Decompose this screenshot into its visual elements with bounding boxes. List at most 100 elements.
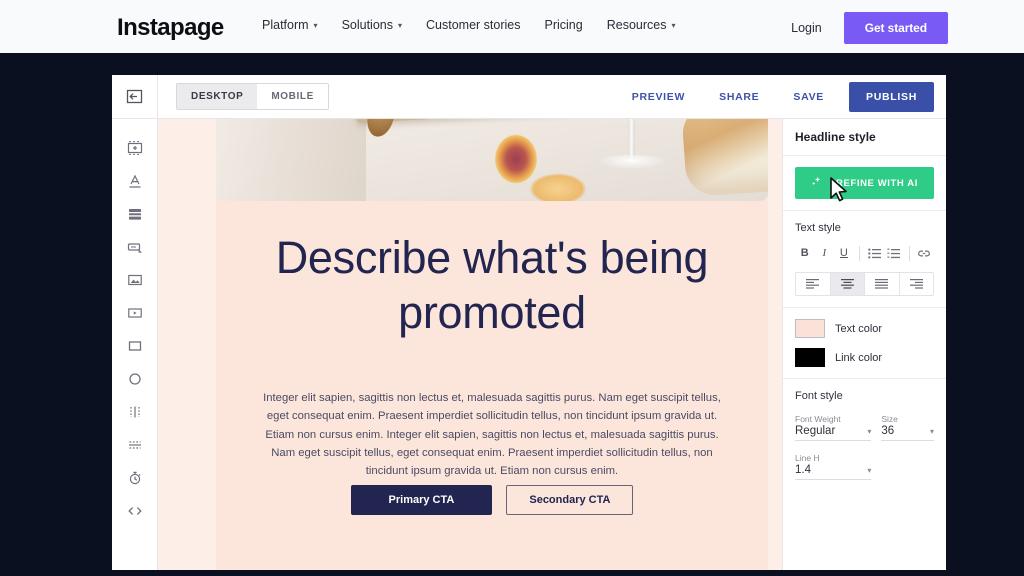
line-height-label: Line H bbox=[795, 453, 820, 463]
publish-button[interactable]: PUBLISH bbox=[849, 82, 934, 112]
text-color-row[interactable]: Text color bbox=[795, 319, 934, 338]
box-icon[interactable] bbox=[112, 329, 158, 362]
hero-image[interactable] bbox=[216, 119, 768, 201]
secondary-cta-button[interactable]: Secondary CTA bbox=[506, 485, 634, 515]
preview-button[interactable]: PREVIEW bbox=[615, 91, 702, 103]
format-toolbar: B I U bbox=[795, 243, 934, 263]
hero-cloth-decor bbox=[216, 119, 366, 201]
text-icon[interactable] bbox=[112, 164, 158, 197]
login-link[interactable]: Login bbox=[791, 21, 822, 35]
page-content-area: Describe what's being promoted Integer e… bbox=[216, 119, 768, 570]
font-weight-label: Font Weight bbox=[795, 414, 841, 424]
italic-glyph: I bbox=[822, 247, 827, 259]
page-headline[interactable]: Describe what's being promoted bbox=[232, 231, 752, 341]
line-height-field[interactable]: Line H 1.4 ▾ bbox=[795, 453, 872, 480]
timer-icon[interactable] bbox=[112, 461, 158, 494]
font-weight-value-row[interactable]: Regular ▾ bbox=[795, 425, 872, 441]
nav-item-pricing[interactable]: Pricing bbox=[545, 18, 583, 32]
nav-item-label: Platform bbox=[262, 18, 309, 32]
chevron-down-icon: ▾ bbox=[867, 465, 872, 475]
align-right-icon[interactable] bbox=[899, 273, 933, 295]
device-tab-mobile[interactable]: MOBILE bbox=[257, 84, 328, 109]
save-button[interactable]: SAVE bbox=[776, 91, 841, 103]
get-started-button[interactable]: Get started bbox=[843, 12, 948, 44]
refine-with-ai-label: REFINE WITH AI bbox=[836, 177, 918, 189]
align-justify-icon[interactable] bbox=[865, 273, 900, 295]
hero-bread-decor bbox=[681, 119, 768, 198]
page-body-copy[interactable]: Integer elit sapien, sagittis non lectus… bbox=[256, 389, 728, 480]
editor-body: Describe what's being promoted Integer e… bbox=[112, 119, 946, 570]
link-color-row[interactable]: Link color bbox=[795, 348, 934, 367]
align-center-icon[interactable] bbox=[830, 273, 865, 295]
nav-item-label: Solutions bbox=[341, 18, 393, 32]
bold-glyph: B bbox=[800, 247, 809, 259]
text-style-label: Text style bbox=[795, 222, 841, 234]
editor-toolbar: DESKTOP MOBILE PREVIEW SHARE SAVE PUBLIS… bbox=[112, 75, 946, 119]
alignment-toolbar bbox=[795, 272, 934, 296]
device-toggle[interactable]: DESKTOP MOBILE bbox=[176, 83, 329, 110]
refine-with-ai-button[interactable]: REFINE WITH AI bbox=[795, 167, 934, 199]
font-weight-value: Regular bbox=[795, 425, 836, 437]
presentation-stage: DESKTOP MOBILE PREVIEW SHARE SAVE PUBLIS… bbox=[0, 53, 1024, 576]
chevron-down-icon: ▾ bbox=[671, 21, 676, 30]
link-color-label: Link color bbox=[835, 351, 883, 364]
button-icon[interactable] bbox=[112, 230, 158, 263]
line-height-value-row[interactable]: 1.4 ▾ bbox=[795, 464, 872, 480]
italic-icon[interactable]: I bbox=[815, 243, 835, 263]
nav-item-customer-stories[interactable]: Customer stories bbox=[426, 18, 520, 32]
link-icon[interactable] bbox=[914, 243, 934, 263]
circle-icon[interactable] bbox=[112, 362, 158, 395]
collapse-panel-icon[interactable] bbox=[112, 75, 158, 119]
cta-row: Primary CTA Secondary CTA bbox=[216, 485, 768, 515]
line-height-spacer bbox=[881, 453, 934, 480]
font-size-label: Size bbox=[881, 414, 898, 424]
landing-page-preview: Describe what's being promoted Integer e… bbox=[158, 119, 782, 570]
font-size-value-row[interactable]: 36 ▾ bbox=[881, 425, 934, 441]
bold-icon[interactable]: B bbox=[795, 243, 815, 263]
numbered-list-icon[interactable] bbox=[884, 243, 904, 263]
code-icon[interactable] bbox=[112, 494, 158, 527]
panel-header: Headline style bbox=[783, 119, 946, 156]
instapage-editor-window: DESKTOP MOBILE PREVIEW SHARE SAVE PUBLIS… bbox=[112, 75, 946, 570]
editor-left-rail bbox=[112, 119, 158, 570]
nav-item-label: Resources bbox=[606, 18, 667, 32]
hero-glass-foot-decor bbox=[598, 155, 666, 169]
link-color-swatch[interactable] bbox=[795, 348, 825, 367]
color-section: Text color Link color bbox=[783, 308, 946, 379]
device-tab-desktop[interactable]: DESKTOP bbox=[177, 84, 258, 109]
font-size-field[interactable]: Size 36 ▾ bbox=[881, 414, 934, 441]
columns-icon[interactable] bbox=[112, 395, 158, 428]
nav-actions: Login Get started bbox=[791, 12, 948, 44]
nav-item-resources[interactable]: Resources ▾ bbox=[607, 18, 676, 32]
font-weight-field[interactable]: Font Weight Regular ▾ bbox=[795, 414, 872, 441]
marketing-navbar: Instapage Platform ▾ Solutions ▾ Custome… bbox=[0, 0, 1024, 53]
primary-cta-button[interactable]: Primary CTA bbox=[350, 485, 493, 515]
add-block-icon[interactable] bbox=[112, 131, 158, 164]
layout-rows-icon[interactable] bbox=[112, 197, 158, 230]
video-icon[interactable] bbox=[112, 296, 158, 329]
nav-item-platform[interactable]: Platform ▾ bbox=[262, 18, 318, 32]
toolbar-divider bbox=[908, 245, 910, 261]
panel-title: Headline style bbox=[795, 130, 876, 144]
underline-icon[interactable]: U bbox=[834, 243, 854, 263]
page-canvas[interactable]: Describe what's being promoted Integer e… bbox=[158, 119, 782, 570]
font-size-value: 36 bbox=[881, 425, 895, 437]
nav-item-solutions[interactable]: Solutions ▾ bbox=[342, 18, 402, 32]
share-button[interactable]: SHARE bbox=[702, 91, 776, 103]
refine-with-ai-section: REFINE WITH AI bbox=[783, 156, 946, 211]
text-style-section: Text style B I U bbox=[783, 211, 946, 308]
underline-glyph: U bbox=[839, 247, 848, 259]
instapage-logo[interactable]: Instapage bbox=[117, 14, 224, 42]
font-style-section: Font style Font Weight Regular ▾ Size 36… bbox=[783, 379, 946, 491]
text-color-swatch[interactable] bbox=[795, 319, 825, 338]
font-fields-row: Font Weight Regular ▾ Size 36 ▾ bbox=[795, 414, 934, 441]
image-icon[interactable] bbox=[112, 263, 158, 296]
divider-icon[interactable] bbox=[112, 428, 158, 461]
nav-item-label: Pricing bbox=[544, 18, 583, 32]
editor-actions: PREVIEW SHARE SAVE PUBLISH bbox=[615, 75, 934, 119]
chevron-down-icon: ▾ bbox=[398, 21, 403, 30]
bullet-list-icon[interactable] bbox=[865, 243, 885, 263]
chevron-down-icon: ▾ bbox=[929, 426, 934, 436]
nav-item-label: Customer stories bbox=[426, 18, 521, 32]
align-left-icon[interactable] bbox=[796, 273, 831, 295]
